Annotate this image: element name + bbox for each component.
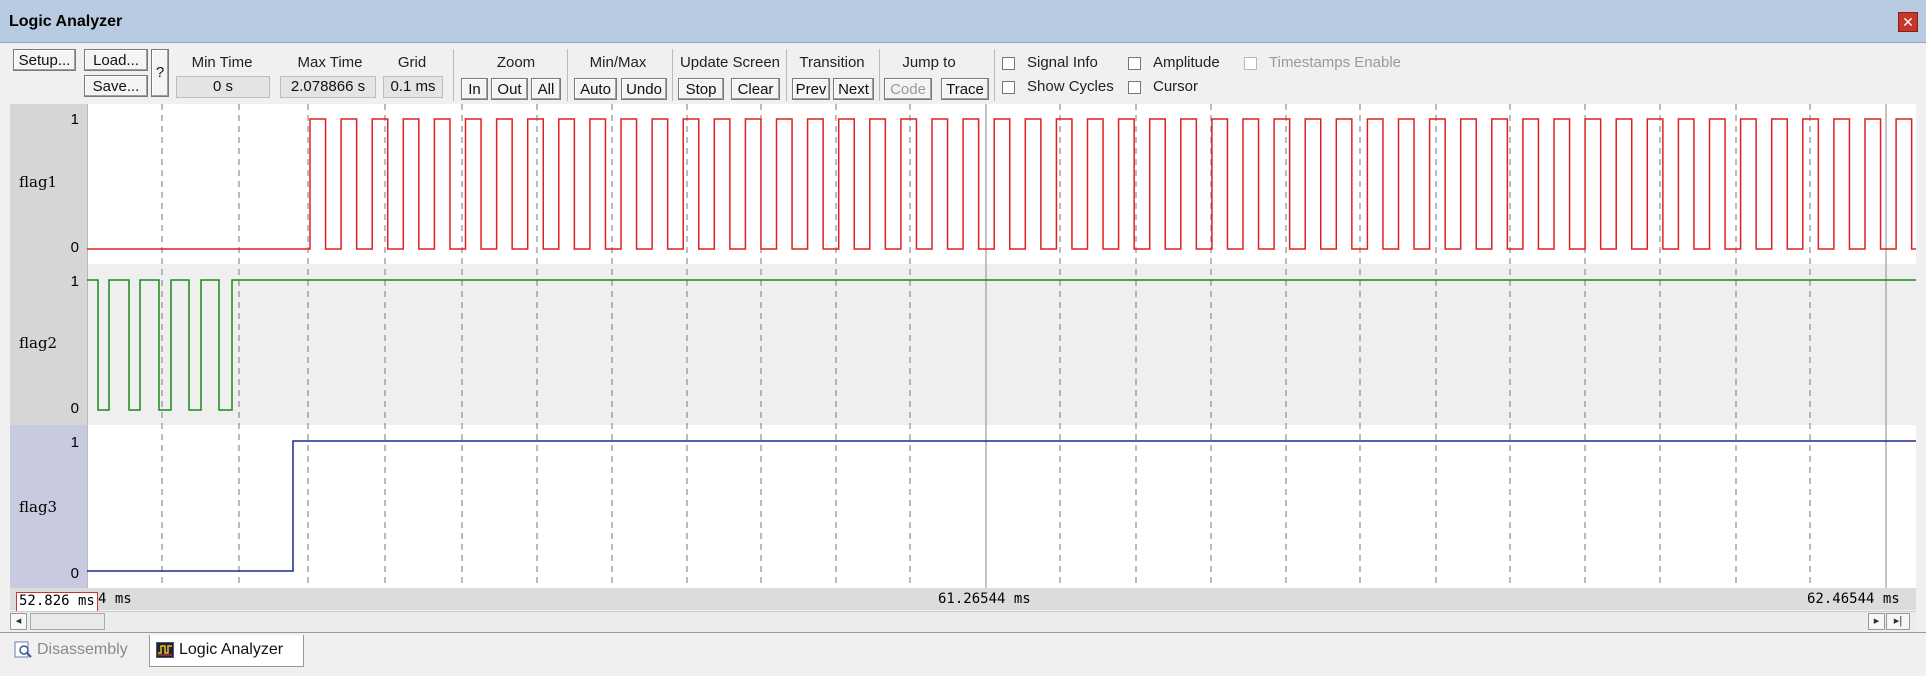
- jump-to-label: Jump to: [902, 54, 956, 71]
- min-time-label: Min Time: [191, 54, 253, 71]
- toolbar: Setup... Load... Save... ? Min Time 0 s …: [0, 43, 1926, 103]
- horizontal-scrollbar[interactable]: ◂ ▸ ▸|: [10, 611, 1916, 631]
- zoom-all-button[interactable]: All: [531, 78, 561, 100]
- scroll-left-icon[interactable]: ◂: [10, 613, 27, 630]
- disassembly-icon: [14, 641, 32, 658]
- save-button[interactable]: Save...: [84, 75, 148, 97]
- cursor-time-readout: 52.826 ms: [16, 592, 98, 613]
- separator: [453, 49, 454, 101]
- separator: [994, 49, 995, 101]
- logic-analyzer-icon: [156, 641, 174, 658]
- next-button[interactable]: Next: [833, 78, 874, 100]
- zoom-out-button[interactable]: Out: [491, 78, 528, 100]
- minmax-label: Min/Max: [589, 54, 647, 71]
- clear-button[interactable]: Clear: [731, 78, 780, 100]
- scroll-thumb[interactable]: [30, 613, 105, 630]
- stop-button[interactable]: Stop: [678, 78, 724, 100]
- show-cycles-label: Show Cycles: [1027, 78, 1114, 95]
- close-icon[interactable]: ✕: [1898, 12, 1918, 32]
- scroll-right-icon[interactable]: ▸: [1868, 613, 1885, 630]
- time-right-label: 62.46544 ms: [1807, 591, 1900, 607]
- auto-button[interactable]: Auto: [574, 78, 617, 100]
- cursor-checkbox[interactable]: [1128, 81, 1141, 94]
- time-mid-label: 61.26544 ms: [938, 591, 1031, 607]
- update-screen-label: Update Screen: [679, 54, 781, 71]
- signal-wave-flag1: [87, 118, 1916, 250]
- cursor-label: Cursor: [1153, 78, 1199, 95]
- zoom-label: Zoom: [496, 54, 536, 71]
- max-time-label: Max Time: [297, 54, 363, 71]
- grid-label: Grid: [397, 54, 427, 71]
- waveform-canvas[interactable]: [10, 104, 1916, 588]
- max-time-value: 2.078866 s: [280, 76, 376, 98]
- tab-logic-analyzer[interactable]: Logic Analyzer: [149, 635, 304, 667]
- waveform-area[interactable]: 1 flag1 0 1 flag2 0 1 flag3 0: [10, 104, 1916, 588]
- undo-button[interactable]: Undo: [621, 78, 667, 100]
- separator: [672, 49, 673, 101]
- trace-button[interactable]: Trace: [941, 78, 989, 100]
- separator: [879, 49, 880, 101]
- tab-label: Disassembly: [37, 641, 128, 658]
- bottom-tab-bar: Disassembly Logic Analyzer: [0, 632, 1926, 676]
- load-button[interactable]: Load...: [84, 49, 148, 71]
- setup-button[interactable]: Setup...: [13, 49, 76, 71]
- grid-value: 0.1 ms: [383, 76, 443, 98]
- signal-wave-flag3: [87, 440, 1916, 572]
- scroll-end-icon[interactable]: ▸|: [1886, 613, 1910, 630]
- logic-analyzer-window: Logic Analyzer ✕ Setup... Load... Save..…: [0, 0, 1926, 676]
- separator: [567, 49, 568, 101]
- timestamps-enable-checkbox[interactable]: [1244, 57, 1257, 70]
- signal-info-checkbox[interactable]: [1002, 57, 1015, 70]
- signal-info-label: Signal Info: [1027, 54, 1098, 71]
- title-bar: Logic Analyzer ✕: [0, 0, 1926, 43]
- separator: [786, 49, 787, 101]
- time-axis: 4 ms 61.26544 ms 62.46544 ms 52.826 ms: [10, 588, 1916, 613]
- tab-label: Logic Analyzer: [179, 641, 284, 658]
- prev-button[interactable]: Prev: [792, 78, 830, 100]
- window-title: Logic Analyzer: [9, 13, 123, 30]
- code-button[interactable]: Code: [884, 78, 932, 100]
- amplitude-checkbox[interactable]: [1128, 57, 1141, 70]
- signal-wave-flag2: [87, 279, 1916, 411]
- time-left-label: 4 ms: [98, 591, 132, 607]
- amplitude-label: Amplitude: [1153, 54, 1220, 71]
- zoom-in-button[interactable]: In: [461, 78, 488, 100]
- tab-disassembly[interactable]: Disassembly: [12, 635, 146, 667]
- transition-label: Transition: [799, 54, 865, 71]
- help-button[interactable]: ?: [151, 49, 169, 97]
- timestamps-enable-label: Timestamps Enable: [1269, 54, 1401, 71]
- min-time-value: 0 s: [176, 76, 270, 98]
- show-cycles-checkbox[interactable]: [1002, 81, 1015, 94]
